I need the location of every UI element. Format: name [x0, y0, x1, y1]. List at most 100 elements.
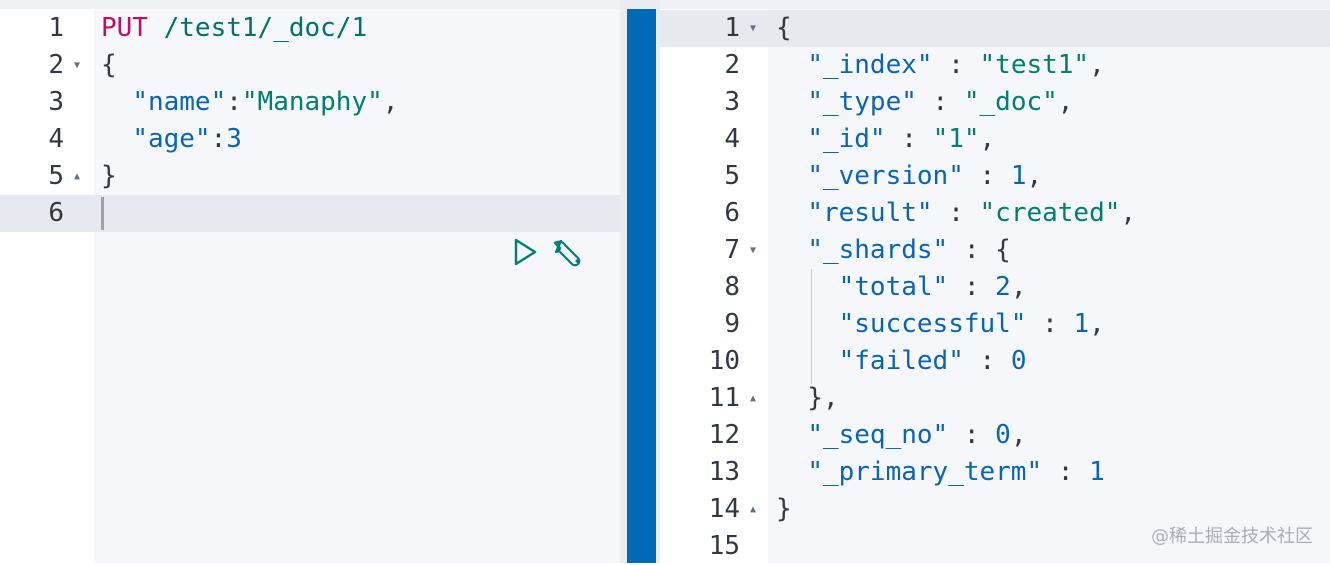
token-punc: [148, 13, 164, 43]
code-line: "_version" : 1,: [776, 158, 1042, 195]
line-number: 6: [48, 198, 64, 228]
token-str: "_doc": [963, 87, 1058, 117]
token-key: "total": [838, 272, 949, 302]
token-key: "name": [132, 87, 227, 117]
token-num: 3: [226, 124, 242, 154]
code-line: "failed" : 0: [776, 343, 1027, 380]
code-line: "_id" : "1",: [776, 121, 995, 158]
token-key: "_type": [807, 87, 917, 117]
line-number: 15: [708, 531, 740, 561]
play-icon[interactable]: [510, 237, 540, 267]
code-line: "_type" : "_doc",: [776, 84, 1073, 121]
line-number: 12: [708, 420, 740, 450]
token-punc: [776, 124, 807, 154]
line-number: 10: [708, 346, 740, 376]
fold-down-icon[interactable]: ▼: [746, 232, 760, 269]
token-num: 0: [1010, 346, 1027, 376]
resize-handle[interactable]: [627, 9, 656, 563]
token-punc: :: [963, 161, 1011, 191]
line-number: 13: [708, 457, 740, 487]
token-key: "successful": [838, 309, 1027, 339]
token-punc: [776, 50, 807, 80]
token-punc: [101, 124, 132, 154]
token-punc: ,: [382, 87, 399, 117]
token-punc: [101, 87, 132, 117]
token-punc: [776, 198, 807, 228]
wrench-icon[interactable]: [553, 237, 589, 273]
token-key: "failed": [838, 346, 964, 376]
request-editor[interactable]: 1 PUT /test1/_doc/1 2 ▼{3 "name":"Manaphy",…: [0, 9, 620, 563]
line-number: 7: [724, 235, 740, 265]
code-line: {: [101, 47, 117, 84]
code-line: "total" : 2,: [776, 269, 1027, 306]
token-punc: ,: [1057, 87, 1074, 117]
token-punc: :: [885, 124, 933, 154]
token-method: PUT: [101, 13, 148, 43]
token-num: 1: [1073, 309, 1090, 339]
code-line: "_seq_no" : 0,: [776, 417, 1026, 454]
code-line: "name":"Manaphy",: [101, 84, 398, 121]
token-num: 1: [1010, 161, 1027, 191]
token-str: "Manaphy": [241, 87, 383, 117]
fold-down-icon[interactable]: ▼: [70, 47, 84, 84]
fold-up-icon[interactable]: ▲: [746, 491, 760, 528]
token-punc: ,: [1089, 50, 1105, 80]
token-punc: [776, 272, 839, 302]
response-viewer[interactable]: 1 ▼{2 "_index" : "test1", 3 "_type" : "_do…: [660, 9, 1330, 563]
token-punc: :: [948, 272, 996, 302]
line-number: 14: [708, 494, 740, 524]
code-line: "result" : "created",: [776, 195, 1136, 232]
active-line-highlight: [0, 195, 620, 232]
token-punc: :: [210, 124, 227, 154]
fold-up-icon[interactable]: ▲: [746, 380, 760, 417]
fold-down-icon[interactable]: ▼: [746, 10, 760, 47]
token-key: "_index": [807, 50, 933, 80]
token-str: "1": [932, 124, 980, 154]
top-border: [0, 0, 1330, 9]
token-key: "_seq_no": [807, 420, 949, 450]
line-number: 8: [724, 272, 740, 302]
line-number: 2: [48, 50, 64, 80]
line-number: 5: [724, 161, 740, 191]
token-punc: [776, 161, 807, 191]
token-punc: :: [932, 198, 980, 228]
token-punc: }: [101, 161, 117, 191]
token-key: "result": [807, 198, 933, 228]
token-num: 2: [995, 272, 1011, 302]
token-key: "_primary_term": [807, 457, 1043, 487]
line-number: 11: [708, 383, 740, 413]
token-str: "test1": [979, 50, 1090, 80]
token-punc: [776, 346, 839, 376]
token-punc: :: [226, 87, 242, 117]
code-line: "_primary_term" : 1: [776, 454, 1105, 491]
token-punc: :: [916, 87, 964, 117]
token-punc: ,: [1120, 198, 1137, 228]
token-key: "_version": [807, 161, 964, 191]
line-number: 4: [724, 124, 740, 154]
token-key: "age": [132, 124, 211, 154]
token-url: /test1/_doc/1: [163, 13, 368, 43]
token-punc: {: [101, 50, 117, 80]
line-number: 9: [724, 309, 740, 339]
line-number: 6: [724, 198, 740, 228]
line-number: 2: [724, 50, 740, 80]
code-line: {: [776, 10, 792, 47]
token-punc: ,: [1010, 272, 1027, 302]
token-punc: : {: [948, 235, 1011, 265]
token-punc: },: [776, 383, 839, 413]
token-str: "created": [979, 198, 1121, 228]
token-punc: :: [963, 346, 1011, 376]
code-line: }: [776, 491, 792, 528]
code-line: "successful" : 1,: [776, 306, 1105, 343]
token-punc: [776, 87, 807, 117]
token-punc: ,: [979, 124, 996, 154]
token-key: "_shards": [807, 235, 949, 265]
token-punc: }: [776, 494, 792, 524]
token-punc: {: [776, 13, 792, 43]
fold-up-icon[interactable]: ▲: [70, 158, 84, 195]
token-punc: :: [932, 50, 980, 80]
indent-guide: [811, 269, 812, 384]
token-num: 1: [1089, 457, 1105, 487]
code-line: PUT /test1/_doc/1: [101, 10, 367, 47]
line-number: 3: [48, 87, 64, 117]
